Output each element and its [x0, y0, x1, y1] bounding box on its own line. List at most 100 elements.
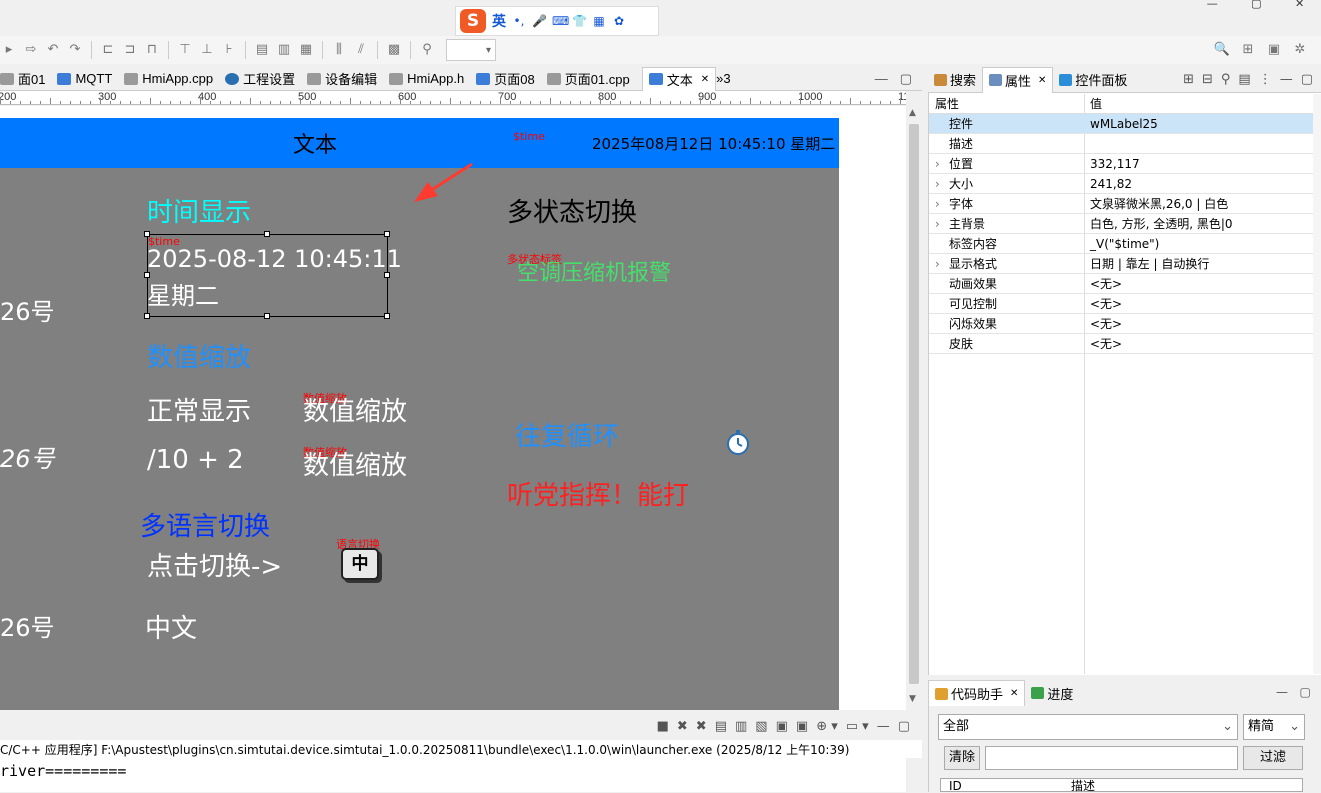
filter-button[interactable]: 过滤 — [1243, 746, 1303, 770]
chinese-label[interactable]: 中文 — [145, 608, 197, 645]
remove-launch-icon[interactable]: ✖ — [677, 719, 688, 734]
property-value[interactable]: 332,117 — [1090, 154, 1140, 174]
undo-icon[interactable]: ↶ — [44, 41, 62, 59]
minimize-icon[interactable]: — — [1280, 72, 1293, 87]
property-row[interactable]: 标签内容 _V("$time") — [929, 234, 1319, 254]
align-middle-icon[interactable]: ⊥ — [198, 41, 216, 59]
h-spacing-icon[interactable]: ⫼ — [330, 41, 348, 59]
forward-icon[interactable]: ⇨ — [22, 41, 40, 59]
clear-button[interactable]: 清除 — [944, 746, 980, 770]
minimize-icon[interactable]: — — [875, 71, 888, 87]
time-display-title[interactable]: 时间显示 — [147, 192, 251, 229]
align-top-icon[interactable]: ⊤ — [176, 41, 194, 59]
display-console-icon[interactable]: ▣ — [796, 719, 808, 734]
close-icon[interactable]: ✕ — [1038, 75, 1046, 86]
minimize-icon[interactable]: — — [1207, 0, 1218, 10]
collapse-icon[interactable]: ▤ — [1238, 72, 1250, 87]
scroll-lock-icon[interactable]: ▥ — [735, 719, 747, 734]
property-value[interactable]: wMLabel25 — [1090, 114, 1158, 134]
property-value[interactable]: <无> — [1090, 334, 1122, 354]
chevron-right-icon[interactable]: › — [935, 254, 940, 274]
scroll-up-icon[interactable]: ▲ — [909, 108, 916, 118]
category-select[interactable]: 全部 ⌄ — [938, 714, 1238, 740]
format-painter-icon[interactable]: ⚲ — [418, 41, 436, 59]
editor-tab[interactable]: HmiApp.cpp — [124, 67, 225, 91]
sogou-logo-icon[interactable]: S — [460, 9, 486, 33]
editor-tab[interactable]: 文本 ✕ — [641, 66, 717, 91]
chevron-right-icon[interactable]: › — [935, 194, 940, 214]
property-row[interactable]: › 字体 文泉驿微米黑,26,0 | 白色 — [929, 194, 1319, 214]
terminate-icon[interactable]: ■ — [657, 719, 669, 734]
property-value[interactable]: <无> — [1090, 314, 1122, 334]
left-label-1[interactable]: 26号 — [0, 292, 55, 327]
hmi-header-datetime[interactable]: 2025年08月12日 10:45:10 星期二 — [592, 133, 835, 154]
property-value[interactable]: 文泉驿微米黑,26,0 | 白色 — [1090, 194, 1228, 214]
maximize-icon[interactable]: ▢ — [898, 719, 910, 734]
pin-console-icon[interactable]: ▣ — [776, 719, 788, 734]
editor-tab[interactable]: 面01 — [0, 67, 57, 91]
tree-icon[interactable]: ⊟ — [1202, 72, 1213, 87]
left-label-2[interactable]: 26号 — [0, 439, 55, 474]
keyboard-icon[interactable]: ⌨ — [552, 14, 569, 28]
click-switch-label[interactable]: 点击切换-> — [147, 546, 282, 583]
scale-value-2[interactable]: 数值缩放 — [303, 445, 407, 482]
chevron-right-icon[interactable]: › — [935, 174, 940, 194]
chevron-right-icon[interactable]: › — [935, 214, 940, 234]
view-menu-icon[interactable]: ▭ ▾ — [846, 719, 869, 734]
panel-tab[interactable]: 搜索 — [928, 67, 982, 93]
align-right-icon[interactable]: ⊓ — [143, 41, 161, 59]
scale-value-1[interactable]: 数值缩放 — [303, 391, 407, 428]
minimize-icon[interactable]: — — [1276, 685, 1288, 699]
same-height-icon[interactable]: ▥ — [275, 41, 293, 59]
mic-icon[interactable]: 🎤 — [532, 14, 547, 28]
open-console-icon[interactable]: ⊕ ▾ — [816, 719, 838, 734]
selection-box[interactable] — [144, 231, 390, 319]
editor-tab[interactable]: 设备编辑 — [307, 67, 389, 91]
property-value[interactable]: <无> — [1090, 294, 1122, 314]
multi-state-value[interactable]: 空调压缩机报警 — [517, 255, 671, 287]
editor-tab[interactable]: 页面01.cpp — [546, 67, 642, 91]
canvas-vertical-scrollbar[interactable]: ▲ ▼ — [906, 106, 922, 710]
property-row[interactable]: › 显示格式 日期 | 靠左 | 自动换行 — [929, 254, 1319, 274]
property-row[interactable]: › 主背景 白色, 方形, 全透明, 黑色|0 — [929, 214, 1319, 234]
perspective-debug-icon[interactable]: ✲ — [1291, 41, 1309, 59]
redo-icon[interactable]: ↷ — [66, 41, 84, 59]
left-label-3[interactable]: 26号 — [0, 608, 55, 643]
new-icon[interactable]: ⊞ — [1183, 72, 1194, 87]
lang-switch-title[interactable]: 多语言切换 — [140, 506, 270, 543]
property-row[interactable]: 控件 wMLabel25 — [929, 114, 1319, 134]
panel-tab[interactable]: 属性 ✕ — [982, 66, 1054, 93]
chevron-right-icon[interactable]: › — [935, 154, 940, 174]
resize-handle[interactable] — [384, 231, 390, 237]
property-value[interactable]: 日期 | 靠左 | 自动换行 — [1090, 254, 1209, 274]
command-text[interactable]: 听党指挥！能打 — [507, 475, 689, 512]
skin-icon[interactable]: 👕 — [572, 14, 587, 28]
editor-tab[interactable]: HmiApp.h — [389, 67, 476, 91]
scroll-down-icon[interactable]: ▼ — [909, 694, 916, 704]
editor-tab[interactable]: »3 — [716, 67, 742, 91]
property-row[interactable]: 闪烁效果 <无> — [929, 314, 1319, 334]
align-bottom-icon[interactable]: ⊦ — [220, 41, 238, 59]
grid-icon[interactable]: ▩ — [385, 41, 403, 59]
perspective-design-icon[interactable]: ▣ — [1265, 41, 1283, 59]
lang-switch-button[interactable]: 中 — [341, 548, 379, 580]
punct-icon[interactable]: •, — [512, 14, 526, 28]
close-icon[interactable]: ✕ — [1010, 688, 1018, 699]
ime-language-toggle[interactable]: 英 — [492, 11, 506, 31]
align-center-icon[interactable]: ⊐ — [121, 41, 139, 59]
property-value[interactable]: 241,82 — [1090, 174, 1132, 194]
property-row[interactable]: 动画效果 <无> — [929, 274, 1319, 294]
close-icon[interactable]: ✕ — [1295, 0, 1304, 10]
panel-tab[interactable]: 控件面板 — [1053, 67, 1133, 93]
align-left-icon[interactable]: ⊏ — [99, 41, 117, 59]
scale-title[interactable]: 数值缩放 — [147, 337, 251, 374]
property-row[interactable]: 皮肤 <无> — [929, 334, 1319, 354]
formula-label[interactable]: /10 + 2 — [147, 445, 244, 475]
editor-tab[interactable]: 页面08 — [476, 67, 546, 91]
maximize-icon[interactable]: ▢ — [900, 71, 912, 87]
v-spacing-icon[interactable]: ⫽ — [352, 41, 370, 59]
perspective-open-icon[interactable]: ⊞ — [1239, 41, 1257, 59]
multi-state-title[interactable]: 多状态切换 — [507, 192, 637, 229]
maximize-icon[interactable]: ▢ — [1251, 0, 1261, 10]
apps-icon[interactable]: ▦ — [592, 14, 606, 28]
